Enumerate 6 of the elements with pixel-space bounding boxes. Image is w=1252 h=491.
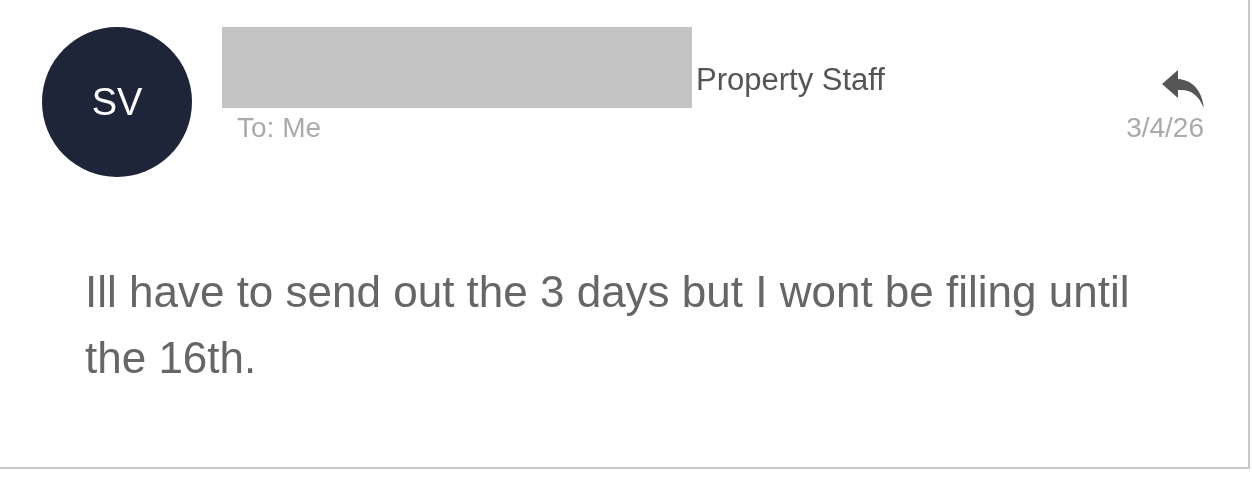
message-body: Ill have to send out the 3 days but I wont be filing until the 16th. [85,266,1131,384]
date: 3/4/26 [1126,112,1204,144]
avatar: SV [42,27,192,177]
reply-icon[interactable] [1162,70,1204,108]
recipient: To: Me [237,112,322,144]
sender-role: Property Staff [696,62,885,98]
